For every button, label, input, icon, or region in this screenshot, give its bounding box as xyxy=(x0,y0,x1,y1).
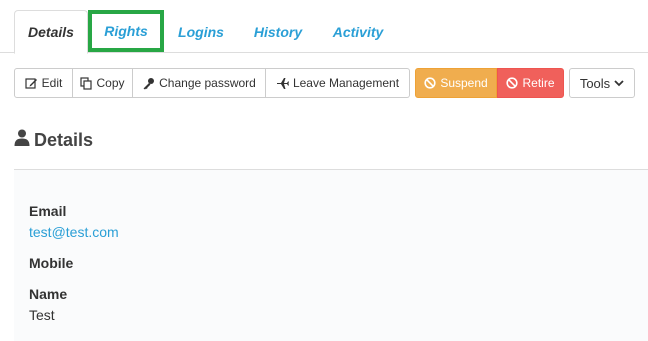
suspend-label: Suspend xyxy=(440,76,488,90)
change-password-button[interactable]: Change password xyxy=(133,68,266,98)
tab-rights[interactable]: Rights xyxy=(88,10,164,52)
tab-rights-label: Rights xyxy=(104,23,148,39)
retire-label: Retire xyxy=(522,76,555,90)
section-title: Details xyxy=(34,129,94,150)
retire-button[interactable]: Retire xyxy=(497,68,564,98)
tab-history-label: History xyxy=(253,23,303,40)
leave-management-label: Leave Management xyxy=(292,76,400,90)
copy-button[interactable]: Copy xyxy=(73,68,133,98)
tab-bar: Details Rights Logins History Activity xyxy=(0,0,648,54)
tab-details[interactable]: Details xyxy=(14,10,88,54)
edit-label: Edit xyxy=(41,76,63,90)
tab-history[interactable]: History xyxy=(244,10,312,53)
user-icon xyxy=(14,129,30,151)
key-icon xyxy=(142,77,155,90)
copy-icon xyxy=(80,76,93,90)
tools-label: Tools xyxy=(579,75,611,91)
name-value: Test xyxy=(29,307,55,323)
tab-activity[interactable]: Activity xyxy=(322,10,394,53)
leave-management-button[interactable]: Leave Management xyxy=(266,68,410,98)
mobile-label: Mobile xyxy=(29,255,74,271)
tab-activity-label: Activity xyxy=(332,23,384,40)
ban-icon xyxy=(506,77,519,89)
edit-icon xyxy=(25,77,38,90)
details-panel xyxy=(14,170,648,341)
plane-icon xyxy=(276,77,289,90)
email-value-link[interactable]: test@test.com xyxy=(29,224,119,240)
tab-logins-label: Logins xyxy=(178,23,224,40)
name-label: Name xyxy=(29,286,68,302)
chevron-down-icon xyxy=(614,79,624,87)
suspend-button[interactable]: Suspend xyxy=(415,68,497,98)
edit-button[interactable]: Edit xyxy=(14,68,73,98)
ban-icon xyxy=(424,77,436,89)
section-header: Details xyxy=(14,128,93,152)
email-label: Email xyxy=(29,203,67,219)
change-password-label: Change password xyxy=(159,76,256,90)
tools-dropdown-button[interactable]: Tools xyxy=(569,68,635,98)
tab-logins[interactable]: Logins xyxy=(168,10,234,53)
tab-details-label: Details xyxy=(28,24,74,40)
copy-label: Copy xyxy=(96,76,125,90)
